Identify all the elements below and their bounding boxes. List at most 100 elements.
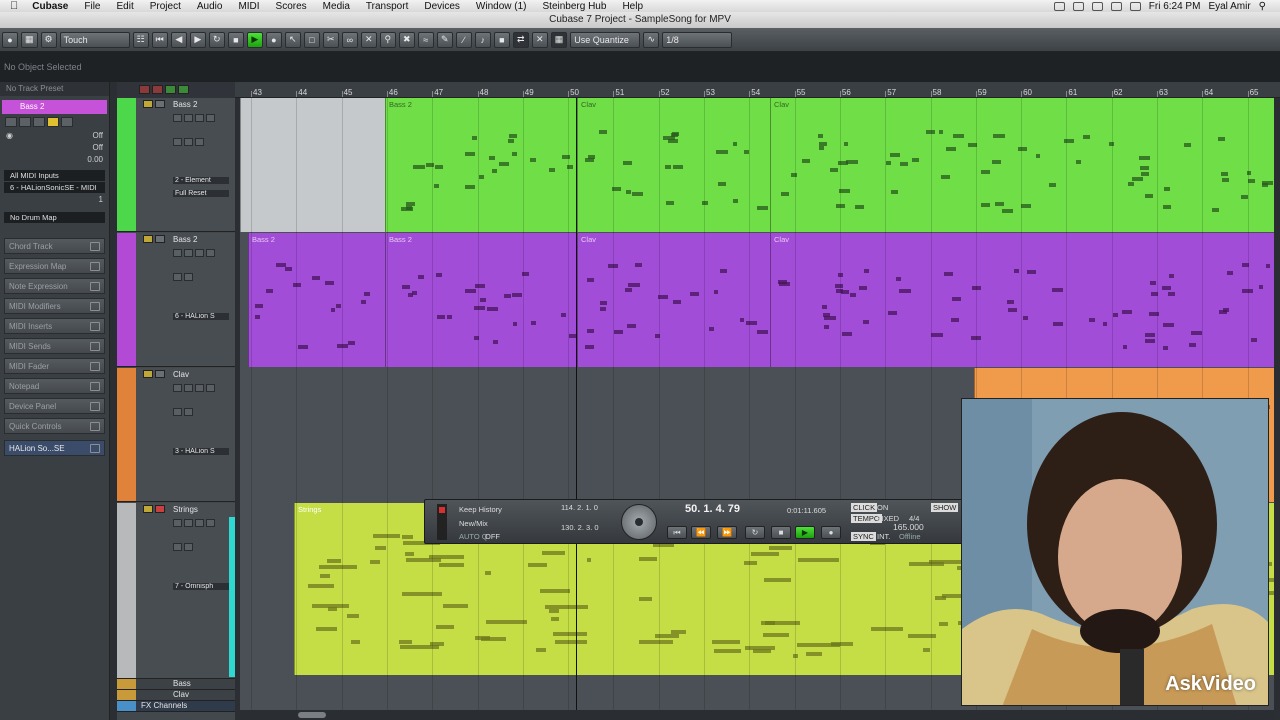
velocity-row[interactable]: Off (0, 142, 109, 154)
freeze-icon[interactable] (184, 273, 193, 281)
solo-button[interactable] (155, 370, 165, 378)
position-bars[interactable]: 50. 1. 4. 79 (685, 503, 740, 515)
solo-button[interactable] (19, 117, 31, 127)
time-warp-tool[interactable]: ≈ (417, 31, 434, 48)
record-button[interactable]: ● (821, 526, 841, 539)
global-write-icon[interactable] (178, 85, 189, 94)
fx-channels-row[interactable]: FX Channels (117, 701, 235, 712)
rewind-button[interactable]: ◀ (170, 31, 187, 48)
edit-instrument-button[interactable] (61, 117, 73, 127)
grid-type-select[interactable]: Use Quantize (570, 31, 641, 48)
record-enable-icon[interactable] (184, 519, 193, 527)
track-name[interactable]: Bass 2 (173, 235, 197, 244)
keep-history[interactable]: Keep History (459, 505, 502, 514)
jog-wheel[interactable] (621, 504, 657, 540)
volume-icon[interactable] (1110, 1, 1122, 11)
stop-button[interactable]: ■ (771, 526, 791, 539)
search-icon[interactable]: ⚲ (1259, 1, 1266, 12)
click-label[interactable]: CLICK (851, 503, 878, 512)
track-name[interactable]: Bass 2 (173, 100, 197, 109)
folder-track-row[interactable]: Clav (117, 690, 235, 701)
section-device-panel[interactable]: Device Panel (4, 398, 105, 414)
read-icon[interactable] (195, 114, 204, 122)
section-chord-track[interactable]: Chord Track (4, 238, 105, 254)
track-output[interactable]: 3 - HALion S (173, 448, 229, 455)
menu-window[interactable]: Window (1) (468, 1, 535, 12)
horizontal-scroll-thumb[interactable] (298, 712, 326, 718)
track-preset[interactable]: No Track Preset (0, 82, 109, 96)
track-name[interactable]: Strings (173, 505, 198, 514)
global-read-icon[interactable] (165, 85, 176, 94)
write-icon[interactable] (206, 249, 215, 257)
monitor-icon[interactable] (173, 384, 182, 392)
project-cursor[interactable] (576, 98, 577, 710)
track-output[interactable]: 7 - Omnisph (173, 583, 229, 590)
left-locator[interactable]: 114. 2. 1. 0 (561, 503, 598, 512)
track-name[interactable]: Clav (173, 370, 189, 379)
write-icon[interactable] (206, 519, 215, 527)
edit-icon[interactable] (173, 138, 182, 146)
cycle-button[interactable]: ↻ (745, 526, 765, 539)
ruler[interactable]: 43 44 45 46 47 48 49 50 51 52 53 54 55 56 57 58 59 60 61 62… (235, 82, 1280, 98)
automation-mode-select[interactable]: Touch (59, 31, 130, 48)
object-select-tool[interactable]: ↖ (284, 31, 301, 48)
section-instrument[interactable]: HALion So...SE (4, 440, 105, 456)
inspector-track-name[interactable]: Bass 2 (2, 100, 107, 114)
midi-part[interactable]: Clav (577, 98, 770, 232)
mute-button[interactable] (5, 117, 17, 127)
auto-quantize-state[interactable]: OFF (485, 532, 500, 541)
split-tool[interactable]: ✂ (322, 31, 339, 48)
solo-button[interactable] (155, 100, 165, 108)
transpose-row[interactable]: ◉ Off (0, 130, 109, 142)
section-note-expression[interactable]: Note Expression (4, 278, 105, 294)
section-midi-modifiers[interactable]: MIDI Modifiers (4, 298, 105, 314)
auto-quantize[interactable]: AUTO Q (459, 532, 488, 541)
channel-row[interactable]: 1 (0, 194, 109, 206)
midi-part[interactable]: Bass 2 (248, 233, 385, 367)
menu-audio[interactable]: Audio (189, 1, 231, 12)
forward-button[interactable]: ▶ (189, 31, 206, 48)
menu-cubase[interactable]: Cubase (24, 1, 76, 12)
sync-label[interactable]: SYNC (851, 532, 876, 541)
menu-scores[interactable]: Scores (268, 1, 315, 12)
menu-transport[interactable]: Transport (358, 1, 416, 12)
sync-icon[interactable] (1072, 1, 1084, 11)
read-icon[interactable] (195, 519, 204, 527)
cycle-button[interactable]: ↻ (208, 31, 225, 48)
right-locator[interactable]: 130. 2. 3. 0 (561, 523, 599, 532)
quantize-preset-select[interactable]: 1/8 (662, 31, 733, 48)
monitor-icon[interactable] (173, 114, 182, 122)
menu-midi[interactable]: MIDI (230, 1, 267, 12)
snap-type-select[interactable]: ▦ (550, 31, 568, 48)
write-icon[interactable] (206, 384, 215, 392)
play-button[interactable]: ▶ (246, 31, 263, 48)
play-button[interactable]: ▶ (795, 526, 815, 539)
midi-part[interactable]: Clav (577, 233, 770, 367)
track-reset[interactable]: Full Reset (173, 190, 229, 197)
rewind-button[interactable]: ⏪ (691, 526, 711, 539)
snap-toggle[interactable]: ✕ (531, 31, 548, 48)
track-name[interactable]: Bass (173, 679, 191, 688)
horizontal-scrollbar[interactable] (240, 710, 1274, 720)
section-quick-controls[interactable]: Quick Controls (4, 418, 105, 434)
midi-input-select[interactable]: All MIDI Inputs (4, 170, 105, 181)
activate-project-button[interactable]: ● (2, 31, 18, 48)
lanes-icon[interactable] (195, 138, 204, 146)
section-notepad[interactable]: Notepad (4, 378, 105, 394)
solo-button[interactable] (155, 235, 165, 243)
menu-project[interactable]: Project (142, 1, 189, 12)
edit-icon[interactable] (173, 273, 182, 281)
mute-button[interactable] (143, 370, 153, 378)
window-layout-icon[interactable]: ▦ (21, 31, 38, 48)
menu-help[interactable]: Help (614, 1, 651, 12)
mute-tool[interactable]: ✖ (398, 31, 415, 48)
midi-part[interactable]: Bass 2 (385, 233, 577, 367)
glue-tool[interactable]: ∞ (341, 31, 358, 48)
edit-icon[interactable] (173, 543, 182, 551)
midi-output-select[interactable]: 6 - HALionSonicSE - MIDI (4, 182, 105, 193)
tempo-value[interactable]: 165.000 (893, 522, 924, 532)
user-name[interactable]: Eyal Amir (1208, 1, 1250, 12)
midi-part[interactable]: Bass 2 (385, 98, 577, 232)
section-expression-map[interactable]: Expression Map (4, 258, 105, 274)
track-row[interactable]: Strings 7 - Omnisph (117, 503, 235, 679)
